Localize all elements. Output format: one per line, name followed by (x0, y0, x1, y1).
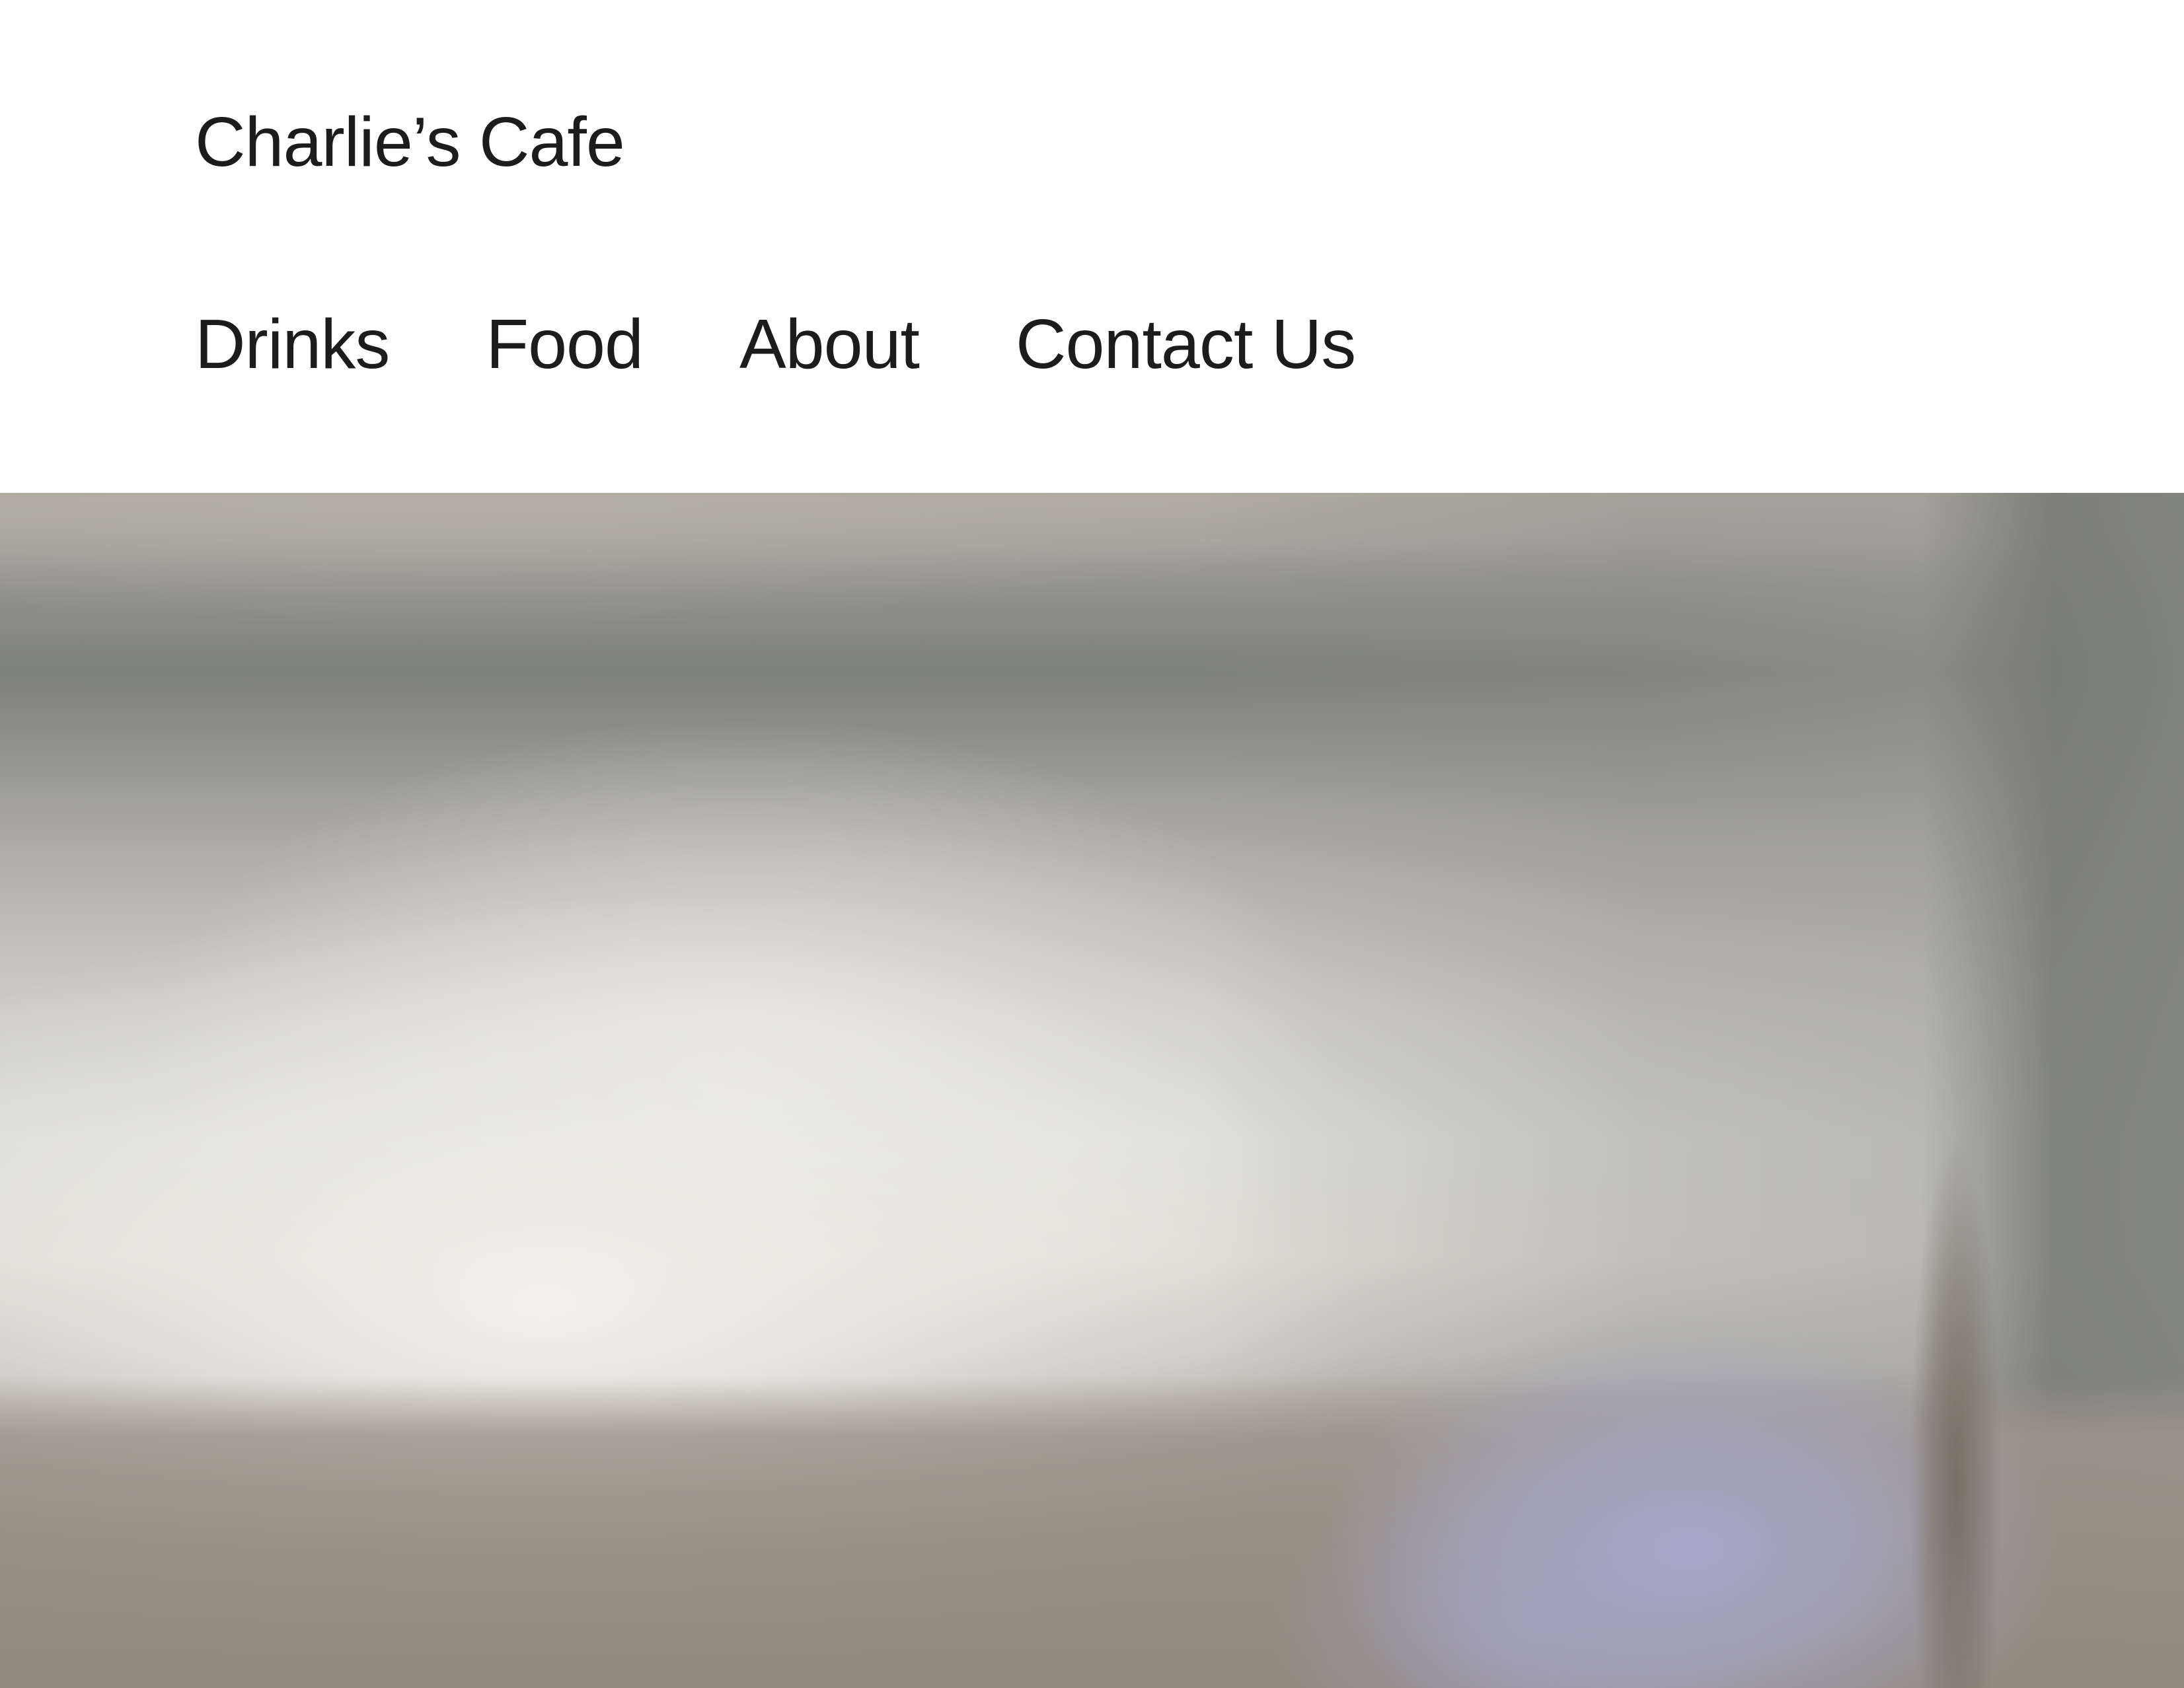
hero-image-post-layer (0, 493, 2184, 1688)
hero-image (0, 493, 2184, 1688)
nav-link-contact-us[interactable]: Contact Us (1016, 301, 1356, 387)
nav-link-food[interactable]: Food (486, 301, 644, 387)
site-title-link[interactable]: Charlie’s Cafe (195, 99, 625, 185)
site-header: Charlie’s Cafe Drinks Food About Contact… (0, 0, 2184, 493)
nav-link-drinks[interactable]: Drinks (195, 301, 390, 387)
main-navigation: Drinks Food About Contact Us (195, 301, 1356, 387)
nav-link-about[interactable]: About (739, 301, 920, 387)
